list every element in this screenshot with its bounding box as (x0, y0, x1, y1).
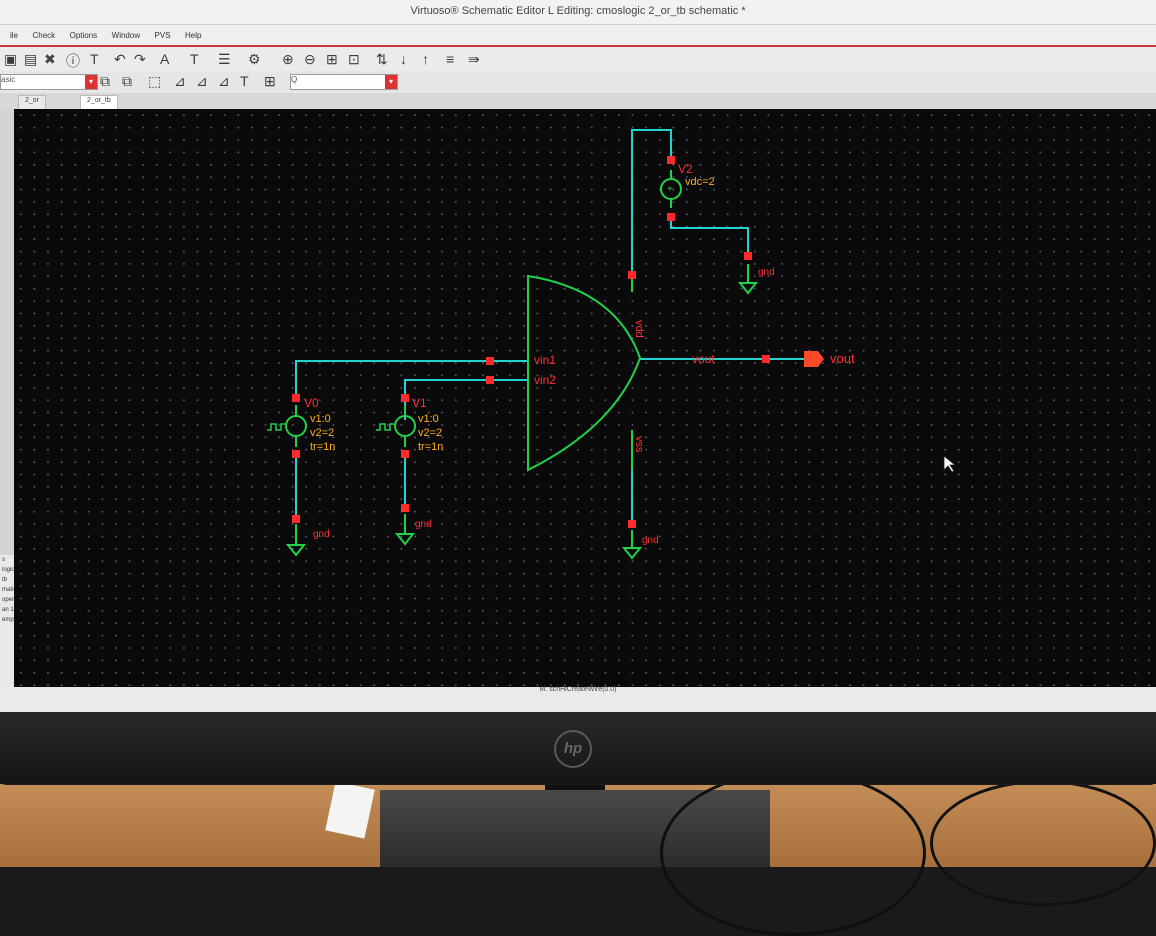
v1-name-label: V1 (412, 396, 427, 410)
wire-icon[interactable]: ≡ (446, 51, 454, 67)
ascend-icon[interactable]: ↑ (422, 51, 429, 67)
pin-label-vin2: vin2 (534, 373, 556, 387)
pin-label-vdd: vdd (633, 320, 645, 338)
tab-bar: 2_or 2_or_tb (0, 93, 1156, 111)
v0-pulse-source[interactable] (267, 405, 307, 447)
pin-label-vin1: vin1 (534, 353, 556, 367)
ground-symbol[interactable] (394, 514, 416, 546)
v1-param-v2: v2=2 (418, 427, 442, 439)
window-split-icon[interactable]: ⧉ (122, 73, 132, 90)
wire-tool-icon[interactable]: ⊿ (218, 73, 230, 90)
cable (930, 780, 1156, 906)
bus-icon[interactable]: ⊞ (264, 73, 276, 90)
hp-logo: hp (554, 730, 592, 768)
v2-name-label: V2 (678, 162, 693, 176)
v0-param-v1: v1:0 (310, 413, 331, 425)
chevron-down-icon[interactable]: ▾ (85, 75, 97, 89)
cable (660, 770, 926, 936)
pin-icon[interactable]: ⊿ (196, 73, 208, 90)
descend-icon[interactable]: ↓ (400, 51, 407, 67)
gnd-label: gnd (758, 267, 775, 278)
undo-icon[interactable]: ↶ (114, 51, 126, 68)
title-bar: Virtuoso® Schematic Editor L Editing: cm… (0, 0, 1156, 25)
pin-label-vss: vss (633, 436, 645, 453)
ground-symbol[interactable] (737, 264, 759, 295)
v1-pulse-source[interactable] (376, 405, 416, 447)
instance-icon[interactable]: ⊿ (174, 73, 186, 90)
search-icon: Q (291, 75, 298, 84)
label-tool-icon[interactable]: T (240, 73, 249, 89)
gnd-label: gnd (313, 529, 330, 540)
ground-symbol[interactable] (621, 530, 643, 560)
hierarchy-icon[interactable]: ⇅ (376, 51, 388, 68)
mouse-cursor-icon (943, 455, 957, 473)
text-icon[interactable]: T (90, 51, 99, 67)
connection-points (292, 156, 770, 528)
wire[interactable] (631, 129, 672, 275)
menu-check[interactable]: Check (32, 31, 55, 40)
v2-param-vdc: vdc=2 (685, 176, 715, 188)
pulse-icon (267, 423, 285, 431)
font-icon[interactable]: T (190, 51, 199, 67)
workspace-combo[interactable]: asic ▾ (0, 74, 98, 90)
ground-symbol[interactable] (285, 524, 307, 557)
v1-param-tr: tr=1n (418, 441, 443, 453)
v1-param-v1: v1:0 (418, 413, 439, 425)
zoom-fit-icon[interactable]: ⊞ (326, 51, 338, 68)
settings-icon[interactable]: ⚙ (248, 51, 261, 68)
chevron-down-icon[interactable]: ▾ (385, 75, 397, 89)
menu-window[interactable]: Window (112, 31, 140, 40)
zoom-out-icon[interactable]: ⊖ (304, 51, 316, 68)
align-icon[interactable]: ☰ (218, 51, 231, 68)
window-title: Virtuoso® Schematic Editor L Editing: cm… (410, 5, 746, 17)
gnd-label: gnd (415, 519, 432, 530)
output-pin-label: vout (830, 351, 855, 366)
output-pin-icon[interactable] (804, 351, 824, 367)
v0-param-tr: tr=1n (310, 441, 335, 453)
schematic-canvas[interactable]: vin1 vin2 vdd vss vout vout + V2 vdc=2 V… (14, 109, 1156, 687)
zoom-select-icon[interactable]: ⊡ (348, 51, 360, 68)
menu-file[interactable]: ile (10, 31, 18, 40)
menu-help[interactable]: Help (185, 31, 201, 40)
wire[interactable] (670, 218, 749, 258)
status-bar: M: schHiCreateWire(0.0) (0, 686, 1156, 712)
delete-icon[interactable]: ✖ (44, 51, 56, 68)
select-icon[interactable]: ⬚ (148, 73, 161, 90)
workspace-combo-value: asic (1, 75, 16, 84)
redo-icon[interactable]: ↷ (134, 51, 146, 68)
gnd-label: gnd (642, 535, 659, 546)
svg-text:+: + (667, 184, 673, 195)
schematic-drawing[interactable]: vin1 vin2 vdd vss vout vout + V2 vdc=2 V… (14, 109, 1156, 687)
search-input[interactable]: Q ▾ (290, 74, 398, 90)
net-label-vout: vout (692, 352, 715, 366)
info-icon[interactable]: ⓘ (66, 51, 80, 71)
menu-pvs[interactable]: PVS (155, 31, 171, 40)
window-icon[interactable]: ⧉ (100, 73, 110, 90)
status-text: M: schHiCreateWire(0.0) (539, 686, 617, 693)
menu-bar: ile Check Options Window PVS Help (0, 25, 1156, 47)
pulse-icon (376, 423, 394, 431)
print-icon[interactable]: ▤ (24, 51, 37, 68)
v0-param-v2: v2=2 (310, 427, 334, 439)
left-toolbar (0, 109, 14, 569)
v0-name-label: V0 (304, 396, 319, 410)
label-icon[interactable]: A (160, 51, 169, 67)
screen: Virtuoso® Schematic Editor L Editing: cm… (0, 0, 1156, 712)
zoom-in-icon[interactable]: ⊕ (282, 51, 294, 68)
secondary-toolbar: asic ▾ ⧉ ⧉ ⬚ ⊿ ⊿ ⊿ T ⊞ Q ▾ (0, 71, 1156, 93)
main-toolbar: ▣ ▤ ✖ ⓘ T ↶ ↷ A T ☰ ⚙ ⊕ ⊖ ⊞ ⊡ ⇅ ↓ ↑ ≡ ⇛ (0, 47, 1156, 71)
menu-options[interactable]: Options (70, 31, 98, 40)
run-icon[interactable]: ⇛ (468, 51, 480, 68)
save-icon[interactable]: ▣ (4, 51, 17, 68)
